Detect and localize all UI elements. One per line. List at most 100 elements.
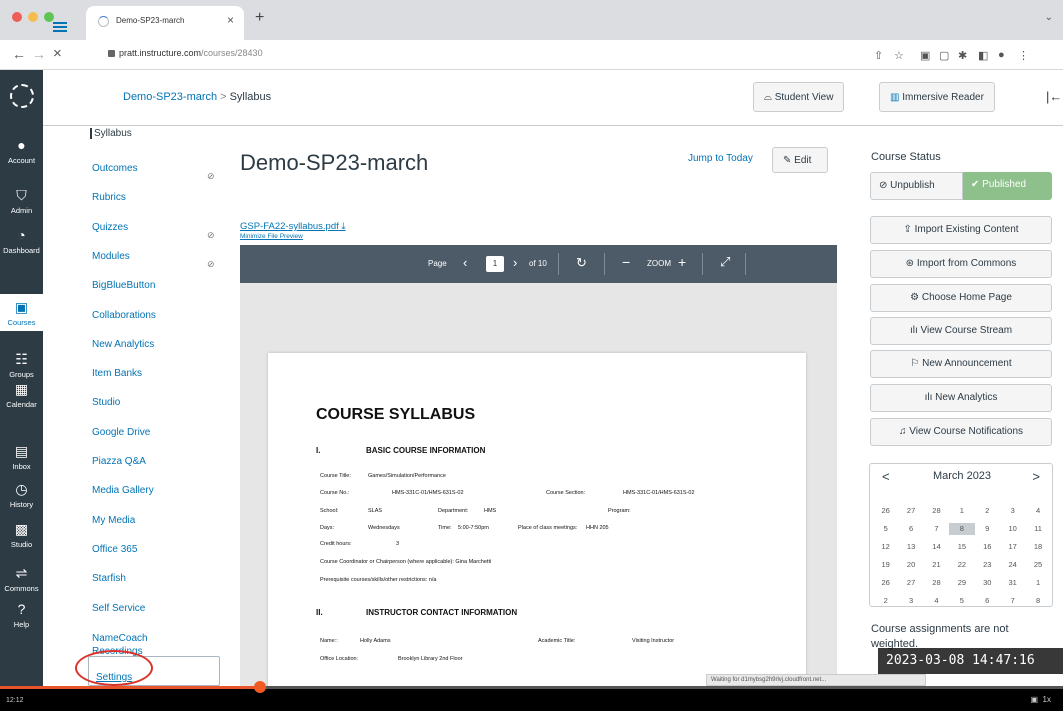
calendar-day[interactable]: 11 — [1025, 523, 1050, 535]
calendar-day[interactable]: 2 — [873, 595, 898, 607]
calendar-day[interactable]: 1 — [949, 505, 974, 517]
course-nav-self-service[interactable]: Self Service — [92, 603, 145, 614]
calendar-day[interactable]: 18 — [1025, 541, 1050, 553]
collapse-sidebar-icon[interactable]: |← — [1046, 89, 1062, 104]
course-nav-piazza-q-a[interactable]: Piazza Q&A — [92, 456, 146, 467]
global-nav-inbox[interactable]: ▤ Inbox — [0, 442, 43, 471]
calendar-day[interactable]: 28 — [924, 505, 949, 517]
calendar-day[interactable]: 24 — [1000, 559, 1025, 571]
jump-to-today-link[interactable]: Jump to Today — [688, 153, 753, 164]
import-existing-content-button[interactable]: ⇪ Import Existing Content — [870, 216, 1052, 244]
new-analytics-button[interactable]: ılı New Analytics — [870, 384, 1052, 412]
choose-home-page-button[interactable]: ⚙ Choose Home Page — [870, 284, 1052, 312]
calendar-day[interactable]: 12 — [873, 541, 898, 553]
calendar-day[interactable]: 15 — [949, 541, 974, 553]
course-nav-outcomes[interactable]: Outcomes — [92, 163, 138, 174]
calendar-day[interactable]: 21 — [924, 559, 949, 571]
calendar-day[interactable]: 3 — [898, 595, 923, 607]
close-window-dot[interactable] — [12, 12, 22, 22]
course-nav-quizzes[interactable]: Quizzes — [92, 222, 128, 233]
calendar-day[interactable]: 9 — [975, 523, 1000, 535]
import-from-commons-button[interactable]: ⊛ Import from Commons — [870, 250, 1052, 278]
calendar-day[interactable]: 27 — [898, 577, 923, 589]
bookmark-star-icon[interactable]: ☆ — [894, 49, 904, 62]
immersive-reader-button[interactable]: ▥ Immersive Reader — [879, 82, 995, 112]
course-nav-google-drive[interactable]: Google Drive — [92, 427, 150, 438]
share-icon[interactable]: ⇧ — [874, 49, 883, 62]
video-scrubber-handle[interactable] — [254, 681, 267, 693]
calendar-day[interactable]: 3 — [1000, 505, 1025, 517]
calendar-day[interactable]: 13 — [898, 541, 923, 553]
calendar-day[interactable]: 8 — [949, 523, 975, 535]
calendar-day[interactable]: 23 — [975, 559, 1000, 571]
video-progress-track[interactable] — [0, 686, 1063, 689]
calendar-day[interactable]: 22 — [949, 559, 974, 571]
rotate-icon[interactable]: ↻ — [576, 255, 587, 271]
course-nav-bigbluebutton[interactable]: BigBlueButton — [92, 280, 155, 291]
course-nav-item-banks[interactable]: Item Banks — [92, 368, 142, 379]
pdf-viewer[interactable]: Page ‹ 1 › of 10 ↻ − ZOOM + ⤢ COURSE SYL… — [240, 245, 837, 686]
calendar-day[interactable]: 10 — [1000, 523, 1025, 535]
browser-tab[interactable]: Demo-SP23-march × — [86, 6, 244, 40]
calendar-day[interactable]: 4 — [924, 595, 949, 607]
global-nav-commons[interactable]: ⇌ Commons — [0, 564, 43, 593]
global-nav-courses[interactable]: ▣ Courses — [0, 294, 43, 331]
global-nav-account[interactable]: ● Account — [0, 136, 43, 165]
calendar-day[interactable]: 5 — [873, 523, 898, 535]
forward-arrow-icon[interactable]: → — [32, 46, 46, 62]
syllabus-file-link[interactable]: GSP-FA22-syllabus.pdf ⤓ — [240, 221, 346, 232]
global-nav-admin[interactable]: ⛉ Admin — [0, 186, 43, 215]
calendar-day[interactable]: 7 — [924, 523, 949, 535]
back-arrow-icon[interactable]: ← — [12, 46, 26, 62]
video-controls-icon[interactable]: ▣ 1x — [1031, 695, 1051, 704]
course-nav-syllabus[interactable]: Syllabus — [90, 128, 132, 139]
calendar-day[interactable]: 2 — [975, 505, 1000, 517]
course-nav-my-media[interactable]: My Media — [92, 515, 135, 526]
course-nav-modules[interactable]: Modules — [92, 251, 130, 262]
stop-loading-icon[interactable]: × — [53, 45, 62, 62]
calendar-day[interactable]: 16 — [975, 541, 1000, 553]
calendar-day[interactable]: 31 — [1000, 577, 1025, 589]
calendar-day[interactable]: 8 — [1025, 595, 1050, 607]
calendar-day[interactable]: 19 — [873, 559, 898, 571]
zoom-in-icon[interactable]: + — [678, 254, 686, 270]
global-nav-groups[interactable]: ☷ Groups — [0, 350, 43, 379]
new-announcement-button[interactable]: ⚐ New Announcement — [870, 350, 1052, 378]
tab-close-icon[interactable]: × — [227, 13, 234, 27]
calendar-day[interactable]: 5 — [949, 595, 974, 607]
tab-list-chevron-icon[interactable]: ⌄ — [1045, 12, 1053, 23]
breadcrumb-course-link[interactable]: Demo-SP23-march — [123, 91, 217, 103]
global-nav-history[interactable]: ◷ History — [0, 480, 43, 509]
calendar-day[interactable]: 17 — [1000, 541, 1025, 553]
menu-dots-icon[interactable]: ⋮ — [1018, 49, 1029, 62]
canvas-logo-icon[interactable] — [10, 84, 34, 108]
global-nav-help[interactable]: ? Help — [0, 600, 43, 629]
fullscreen-icon[interactable]: ⤢ — [720, 254, 730, 270]
course-nav-collaborations[interactable]: Collaborations — [92, 310, 156, 321]
calendar-day[interactable]: 28 — [924, 577, 949, 589]
calendar-day[interactable]: 4 — [1025, 505, 1050, 517]
global-nav-dashboard[interactable]: ◔ Dashboard — [0, 226, 43, 255]
global-nav-studio[interactable]: ▩ Studio — [0, 520, 43, 549]
calendar-day[interactable]: 30 — [975, 577, 1000, 589]
zoom-out-icon[interactable]: − — [622, 254, 630, 270]
student-view-button[interactable]: ⌓ Student View — [753, 82, 845, 112]
calendar-day[interactable]: 26 — [873, 577, 898, 589]
new-tab-button[interactable]: + — [255, 9, 264, 27]
calendar-day[interactable]: 29 — [949, 577, 974, 589]
calendar-day[interactable]: 25 — [1025, 559, 1050, 571]
extension-icon[interactable]: ▢ — [939, 49, 949, 62]
calendar-next-icon[interactable]: > — [1032, 469, 1040, 484]
course-nav-media-gallery[interactable]: Media Gallery — [92, 485, 154, 496]
calendar-day[interactable]: 7 — [1000, 595, 1025, 607]
calendar-day[interactable]: 14 — [924, 541, 949, 553]
page-number-input[interactable]: 1 — [486, 256, 504, 272]
course-nav-starfish[interactable]: Starfish — [92, 573, 126, 584]
maximize-window-dot[interactable] — [44, 12, 54, 22]
calendar-day[interactable]: 6 — [975, 595, 1000, 607]
calendar-day[interactable]: 27 — [898, 505, 923, 517]
calendar-day[interactable]: 1 — [1025, 577, 1050, 589]
course-nav-rubrics[interactable]: Rubrics — [92, 192, 126, 203]
global-nav-calendar[interactable]: ▦ Calendar — [0, 380, 43, 409]
next-page-icon[interactable]: › — [513, 255, 517, 270]
